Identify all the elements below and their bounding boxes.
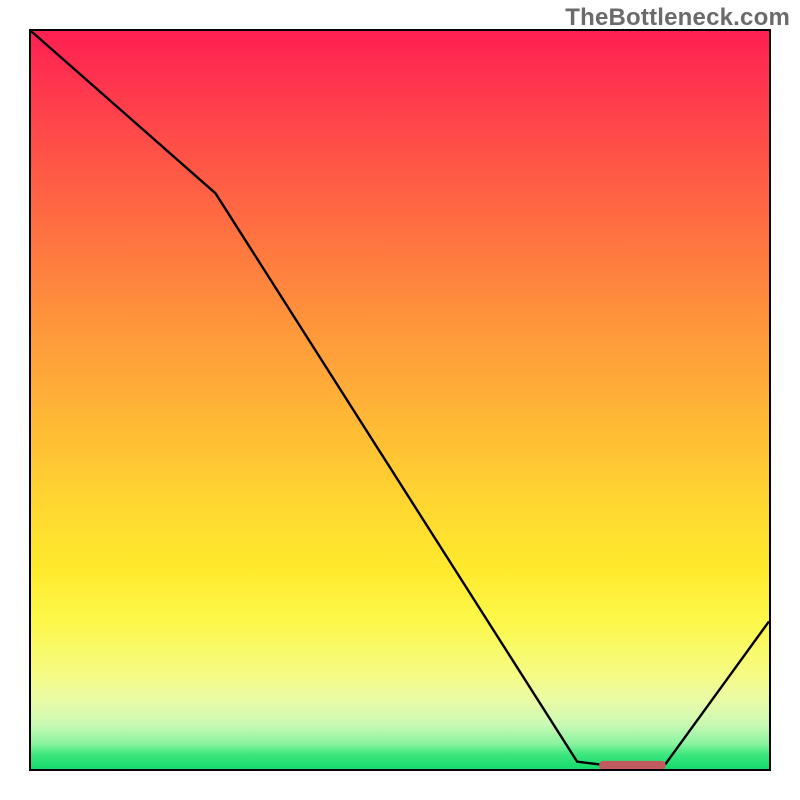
watermark-text: TheBottleneck.com bbox=[565, 4, 790, 32]
chart-area bbox=[29, 29, 771, 771]
chart-line bbox=[31, 31, 769, 765]
chart-svg-layer bbox=[31, 31, 769, 769]
optimal-marker bbox=[599, 761, 665, 769]
